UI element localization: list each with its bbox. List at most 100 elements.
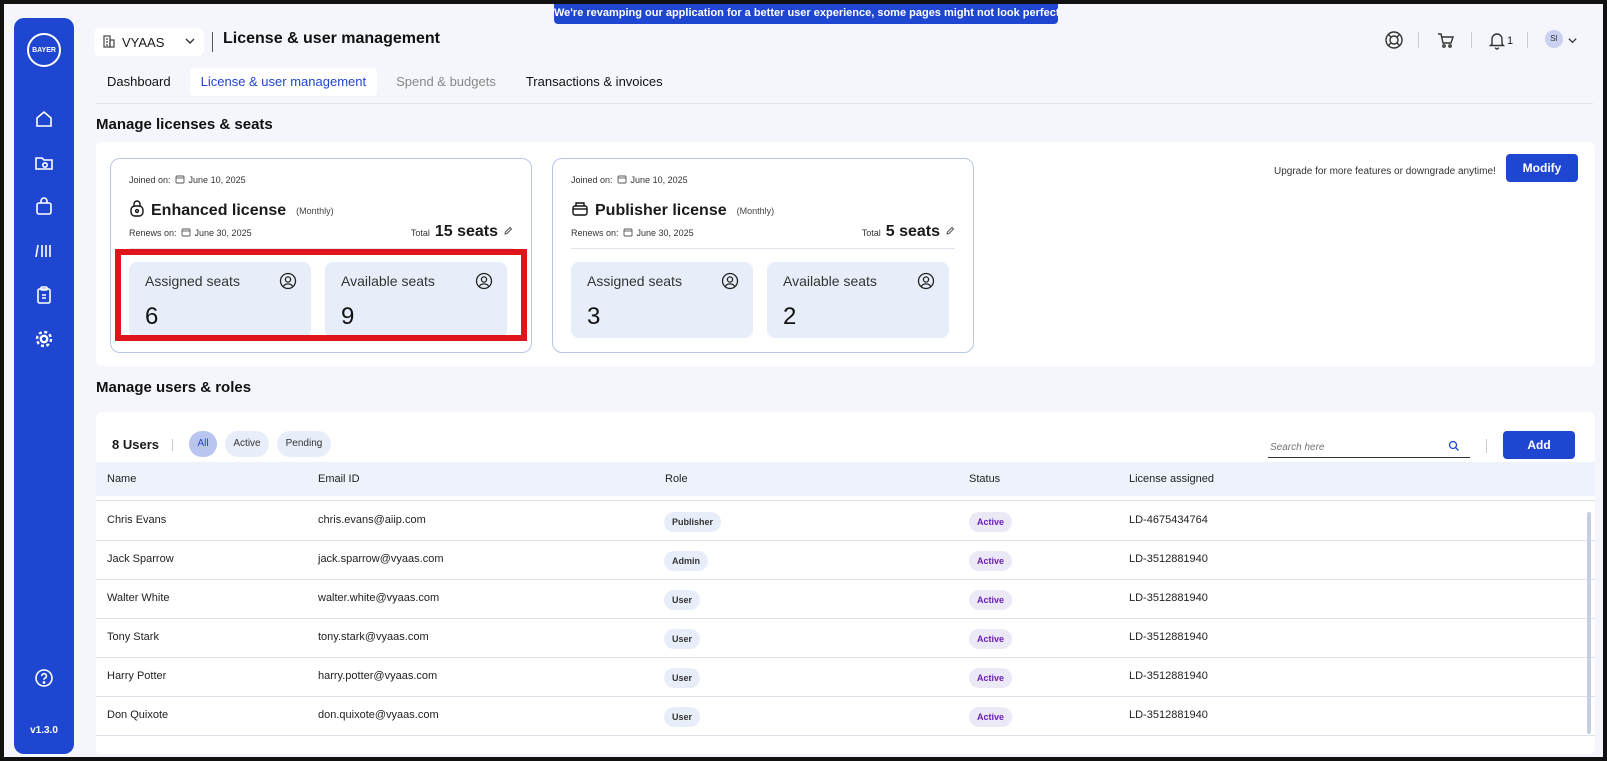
header-separator	[1527, 32, 1528, 48]
assigned-seats-label: Assigned seats	[587, 273, 682, 289]
assigned-seats-label: Assigned seats	[145, 273, 240, 289]
sidebar: BAYER v1.3.0	[14, 18, 74, 754]
license-name-row: Publisher license (Monthly)	[571, 199, 774, 222]
home-icon[interactable]	[32, 107, 56, 131]
app-window: We're revamping our application for a be…	[0, 0, 1607, 761]
renews-date: June 30, 2025	[194, 228, 252, 238]
license-id: LD-3512881940	[1129, 670, 1208, 682]
status-badge: Active	[969, 629, 1013, 649]
column-header-email: Email ID	[318, 473, 360, 485]
role-badge: User	[664, 590, 701, 610]
user-name: Jack Sparrow	[107, 553, 174, 565]
column-header-status: Status	[969, 473, 1001, 485]
renews-row: Renews on: June 30, 2025	[129, 227, 252, 239]
calendar-icon	[175, 174, 185, 186]
user-email: tony.stark@vyaas.com	[318, 631, 429, 643]
card-divider	[571, 248, 955, 249]
notification-button[interactable]: 1	[1488, 30, 1513, 54]
joined-date: June 10, 2025	[630, 175, 688, 185]
search-icon[interactable]	[1448, 439, 1462, 453]
table-row-partial	[96, 497, 1595, 501]
total-seats-value: 15 seats	[434, 223, 498, 240]
user-count: 8 Users	[112, 437, 159, 452]
card-divider	[129, 248, 513, 249]
license-card-enhanced: Joined on: June 10, 2025 Enhanced licens…	[110, 158, 532, 353]
tab-spend-budgets[interactable]: Spend & budgets	[385, 68, 507, 96]
available-seats-tile: Available seats 2	[767, 262, 949, 338]
gear-icon[interactable]	[32, 327, 56, 351]
folder-icon[interactable]	[32, 151, 56, 175]
page-title: License & user management	[223, 30, 440, 47]
table-row[interactable]: Harry Potter harry.potter@vyaas.com User…	[96, 658, 1595, 697]
role-badge: Admin	[664, 551, 708, 571]
notification-count: 1	[1507, 35, 1514, 47]
assigned-seats-value: 6	[145, 303, 159, 330]
role-badge: Publisher	[664, 512, 722, 532]
edit-icon[interactable]	[945, 223, 955, 241]
user-email: walter.white@vyaas.com	[318, 592, 440, 604]
table-row[interactable]: Don Quixote don.quixote@vyaas.com User A…	[96, 697, 1595, 736]
user-circle-icon	[279, 272, 297, 290]
license-id: LD-3512881940	[1129, 553, 1208, 565]
assigned-seats-tile: Assigned seats 6	[129, 262, 311, 338]
column-header-role: Role	[665, 473, 688, 485]
shopping-bag-icon[interactable]	[32, 195, 56, 219]
tab-dashboard[interactable]: Dashboard	[96, 68, 182, 96]
licenses-section-title: Manage licenses & seats	[96, 116, 273, 133]
table-row[interactable]: Chris Evans chris.evans@aiip.com Publish…	[96, 502, 1595, 541]
license-period: (Monthly)	[296, 205, 334, 216]
license-id: LD-3512881940	[1129, 592, 1208, 604]
library-icon[interactable]	[32, 239, 56, 263]
filter-active-chip[interactable]: Active	[225, 431, 269, 457]
available-seats-value: 9	[341, 303, 355, 330]
cart-icon[interactable]	[1436, 30, 1456, 54]
users-section-title: Manage users & roles	[96, 379, 252, 396]
logo-text: BAYER	[32, 47, 56, 54]
user-name: Don Quixote	[107, 709, 169, 721]
tab-divider	[96, 103, 1593, 104]
available-seats-label: Available seats	[341, 273, 435, 289]
help-icon[interactable]	[32, 666, 56, 690]
support-icon[interactable]	[1384, 30, 1404, 54]
avatar[interactable]: SI	[1545, 30, 1563, 48]
license-card-publisher: Joined on: June 10, 2025 Publisher licen…	[552, 158, 974, 353]
user-name: Harry Potter	[107, 670, 167, 682]
joined-label: Joined on:	[571, 175, 613, 185]
joined-label: Joined on:	[129, 175, 171, 185]
user-circle-icon	[475, 272, 493, 290]
user-email: don.quixote@vyaas.com	[318, 709, 439, 721]
clipboard-icon[interactable]	[32, 283, 56, 307]
search-input[interactable]	[1268, 434, 1448, 453]
tab-transactions-invoices[interactable]: Transactions & invoices	[515, 68, 674, 96]
calendar-icon	[181, 227, 191, 239]
total-label: Total	[410, 228, 430, 238]
renews-date: June 30, 2025	[636, 228, 694, 238]
available-seats-tile: Available seats 9	[325, 262, 507, 338]
table-scrollbar[interactable]	[1587, 512, 1591, 734]
lock-badge-icon	[129, 199, 145, 222]
table-row[interactable]: Walter White walter.white@vyaas.com User…	[96, 580, 1595, 619]
role-badge: User	[664, 629, 701, 649]
bayer-logo-icon[interactable]: BAYER	[27, 33, 61, 67]
chevron-down-icon[interactable]	[1567, 33, 1578, 51]
license-name-row: Enhanced license (Monthly)	[129, 199, 334, 222]
column-header-license: License assigned	[1129, 473, 1215, 485]
tab-license-user-management[interactable]: License & user management	[189, 68, 378, 96]
renews-label: Renews on:	[571, 228, 619, 238]
edit-icon[interactable]	[503, 223, 513, 241]
add-user-button[interactable]: Add	[1503, 431, 1575, 459]
revamp-banner: We're revamping our application for a be…	[554, 4, 1058, 24]
modify-button[interactable]: Modify	[1506, 154, 1578, 182]
license-name: Enhanced license	[151, 201, 287, 219]
total-seats: Total 5 seats	[862, 223, 955, 241]
building-icon	[102, 34, 116, 51]
user-email: jack.sparrow@vyaas.com	[318, 553, 444, 565]
table-row[interactable]: Tony Stark tony.stark@vyaas.com User Act…	[96, 619, 1595, 658]
filter-pending-chip[interactable]: Pending	[277, 431, 331, 457]
role-badge: User	[664, 668, 701, 688]
filter-all-chip[interactable]: All	[189, 431, 217, 457]
workspace-select[interactable]: VYAAS	[94, 28, 204, 56]
table-header: Name Email ID Role Status License assign…	[96, 462, 1595, 496]
header-separator	[1418, 32, 1419, 48]
table-row[interactable]: Jack Sparrow jack.sparrow@vyaas.com Admi…	[96, 541, 1595, 580]
